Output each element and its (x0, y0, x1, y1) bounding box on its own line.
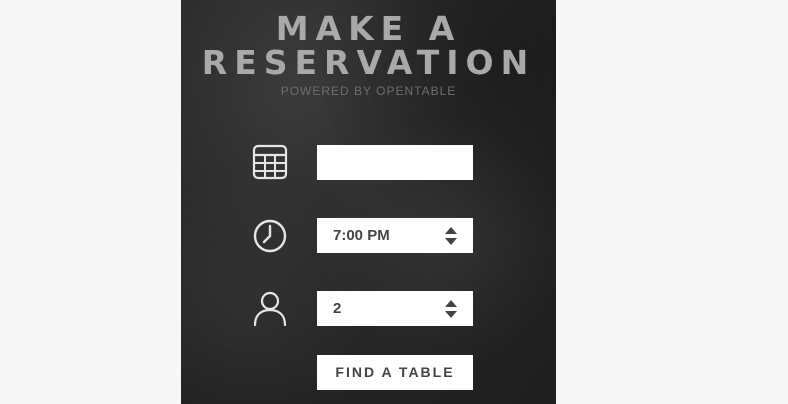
calendar-icon (251, 143, 289, 181)
decrement-arrow-icon[interactable] (445, 238, 457, 245)
party-size-value: 2 (333, 300, 342, 317)
party-size-select[interactable]: 2 (317, 291, 473, 326)
time-select[interactable]: 7:00 PM (317, 218, 473, 253)
time-value: 7:00 PM (333, 227, 390, 244)
date-field[interactable] (317, 145, 473, 180)
person-icon (251, 289, 289, 327)
clock-icon (251, 217, 289, 255)
reservation-widget: MAKE A RESERVATION POWERED BY OPENTABLE … (181, 0, 556, 404)
increment-arrow-icon[interactable] (445, 227, 457, 234)
widget-title-line2: RESERVATION (201, 43, 536, 82)
decrement-arrow-icon[interactable] (445, 311, 457, 318)
find-a-table-button[interactable]: FIND A TABLE (317, 355, 473, 390)
increment-arrow-icon[interactable] (445, 300, 457, 307)
time-spinner[interactable] (445, 227, 457, 245)
powered-by-text: POWERED BY OPENTABLE (280, 84, 457, 98)
party-size-spinner[interactable] (445, 300, 457, 318)
